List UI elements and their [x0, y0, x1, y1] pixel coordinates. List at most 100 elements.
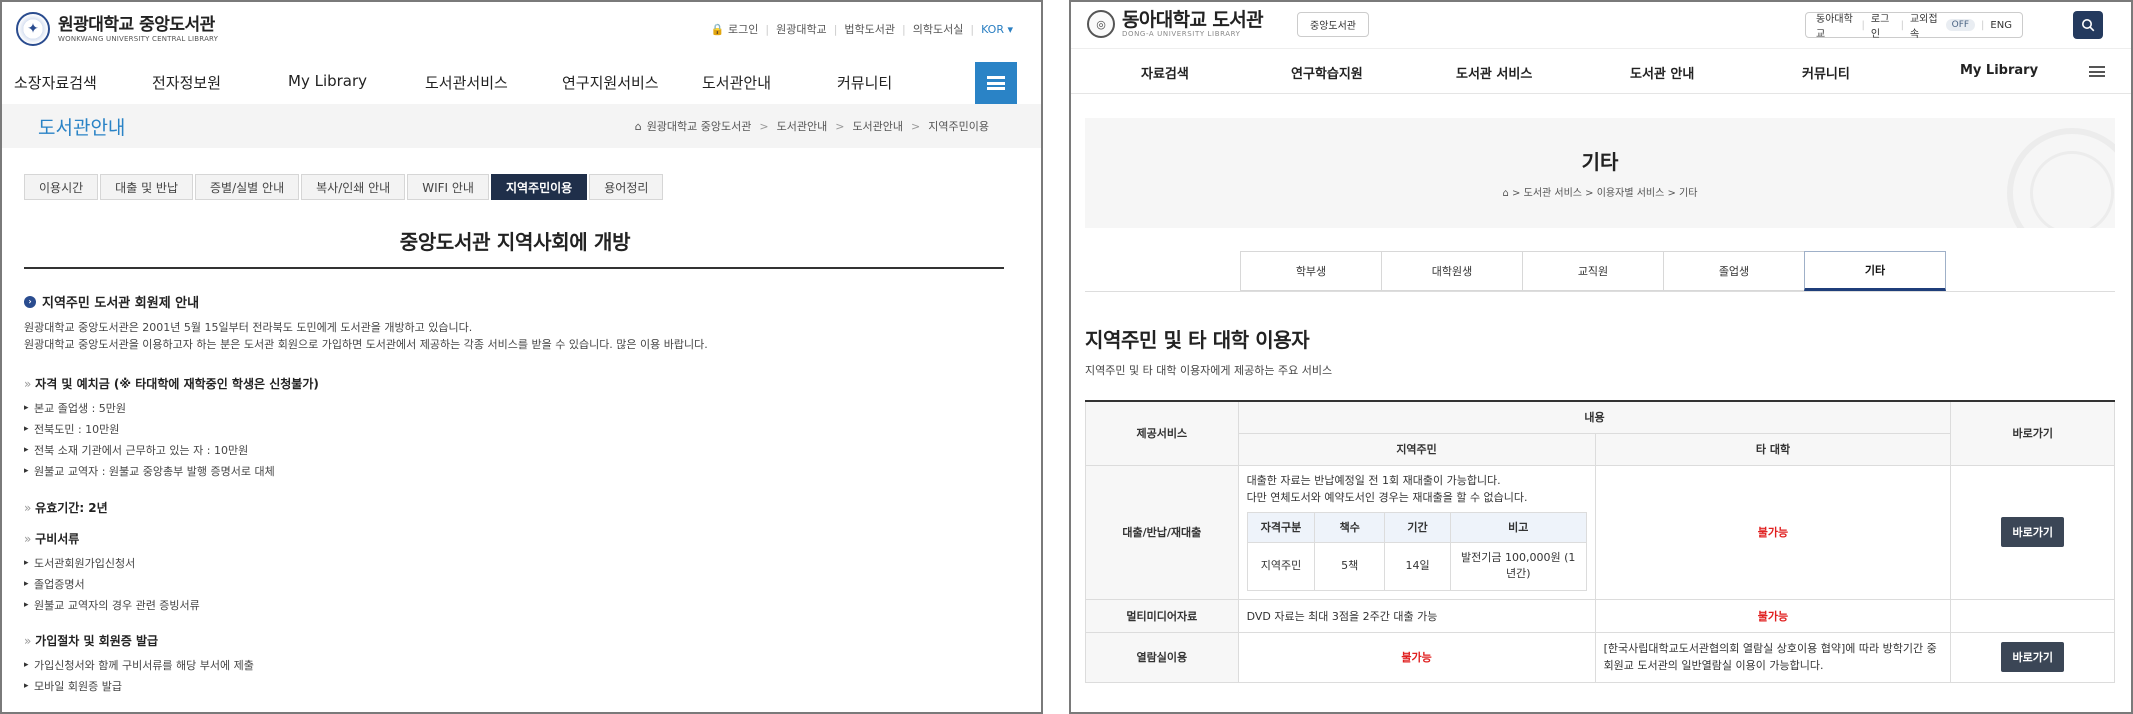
nav-item-research-support[interactable]: 연구학습지원	[1291, 63, 1363, 82]
page-title: 기타	[1581, 150, 1619, 174]
section-heading: 지역주민 및 타 대학 이용자	[1085, 328, 1310, 352]
main-nav: 자료검색 연구학습지원 도서관 서비스 도서관 안내 커뮤니티 My Libra…	[1071, 50, 2131, 94]
list-item: 원불교 교역자 : 원불교 중앙총부 발행 증명서로 대체	[24, 461, 1014, 482]
table-row: 멀티미디어자료 DVD 자료는 최대 3점을 2주간 대출 가능 불가능	[1085, 598, 2115, 633]
list-item: 전북도민 : 10만원	[24, 419, 1014, 440]
nav-item-library-services[interactable]: 도서관서비스	[425, 72, 508, 93]
utility-links: 동아대학교 | 로그인 | 교외접속 OFF | ENG	[1805, 10, 2023, 40]
language-link[interactable]: ENG	[1990, 20, 2012, 31]
procedure-title: 가입절차 및 회원증 발급	[24, 632, 1014, 649]
shortcut-cell: 바로가기	[1950, 464, 2115, 600]
nav-item-community[interactable]: 커뮤니티	[1802, 63, 1850, 82]
breadcrumb-item: 지역주민이용	[928, 120, 989, 133]
hamburger-menu-button[interactable]	[975, 62, 1017, 104]
header-local-residents: 지역주민	[1237, 432, 1596, 466]
wonkwang-logo[interactable]: ✦ 원광대학교 중앙도서관 WONKWANG UNIVERSITY CENTRA…	[16, 12, 218, 46]
nav-item-library-guide[interactable]: 도서관 안내	[1630, 63, 1694, 82]
unavailable-text: 불가능	[1757, 609, 1789, 623]
nav-item-my-library[interactable]: My Library	[288, 72, 367, 90]
hamburger-icon	[987, 76, 1005, 90]
row-label: 열람실이용	[1085, 631, 1239, 683]
logo-title: 동아대학교 도서관	[1122, 9, 1264, 31]
section-title: 도서관안내	[38, 117, 126, 139]
home-icon[interactable]: ⌂	[635, 120, 642, 133]
intro-line: 원광대학교 중앙도서관은 2001년 5월 15일부터 전라북도 도민에게 도서…	[24, 321, 473, 334]
intro-line: 원광대학교 중앙도서관을 이용하고자 하는 분은 도서관 회원으로 가입하면 도…	[24, 338, 708, 351]
inner-cell: 지역주민	[1246, 541, 1316, 591]
offcampus-access-link[interactable]: 교외접속	[1910, 10, 1942, 40]
list-item: 모바일 회원증 발급	[24, 676, 1014, 697]
unavailable-text: 불가능	[1401, 651, 1432, 664]
tab-floor-guide[interactable]: 증별/실별 안내	[195, 174, 300, 200]
tab-faculty[interactable]: 교직원	[1522, 251, 1664, 291]
library-select-button[interactable]: 중앙도서관	[1297, 12, 1369, 37]
login-link[interactable]: 로그인	[1871, 10, 1895, 40]
tab-local-residents[interactable]: 지역주민이용	[490, 174, 588, 200]
law-library-link[interactable]: 법학도서관	[844, 21, 895, 37]
university-link[interactable]: 동아대학교	[1816, 10, 1856, 40]
shortcut-cell: 바로가기	[1950, 631, 2115, 683]
tab-graduate[interactable]: 대학원생	[1381, 251, 1523, 291]
tab-hours[interactable]: 이용시간	[24, 174, 99, 200]
donga-logo[interactable]: ◎ 동아대학교 도서관 DONG-A UNIVERSITY LIBRARY	[1087, 9, 1264, 38]
guide-tabs: 이용시간 대출 및 반납 증별/실별 안내 복사/인쇄 안내 WIFI 안내 지…	[24, 174, 665, 200]
offcampus-toggle[interactable]: OFF	[1945, 19, 1976, 31]
nav-item-library-guide[interactable]: 도서관안내	[702, 72, 771, 93]
tab-alumni[interactable]: 졸업생	[1663, 251, 1805, 291]
list-item: 졸업증명서	[24, 574, 1014, 595]
tab-copy-print[interactable]: 복사/인쇄 안내	[301, 174, 406, 200]
tab-loan-return[interactable]: 대출 및 반납	[100, 174, 194, 200]
hamburger-icon[interactable]	[2089, 66, 2105, 77]
nav-item-my-library[interactable]: My Library	[1960, 63, 2038, 78]
tab-undergraduate[interactable]: 학부생	[1240, 251, 1382, 291]
header-content: 내용	[1237, 400, 1952, 434]
tab-others[interactable]: 기타	[1804, 251, 1946, 291]
logo-subtitle: DONG-A UNIVERSITY LIBRARY	[1122, 30, 1241, 38]
list-item: 전북 소재 기관에서 근무하고 있는 자 : 10만원	[24, 440, 1014, 461]
nav-item-e-resources[interactable]: 전자정보원	[152, 72, 221, 93]
user-type-tabs: 학부생 대학원생 교직원 졸업생 기타	[1240, 251, 1946, 291]
university-emblem-icon: ◎	[1087, 10, 1115, 38]
inner-header: 자격구분	[1246, 511, 1316, 543]
other-university-cell: 불가능	[1594, 464, 1952, 600]
login-link[interactable]: 🔒 로그인	[711, 21, 759, 37]
nav-item-catalog-search[interactable]: 소장자료검색	[14, 72, 97, 93]
university-link[interactable]: 원광대학교	[776, 21, 827, 37]
medical-library-link[interactable]: 의학도서실	[913, 21, 964, 37]
header: ◎ 동아대학교 도서관 DONG-A UNIVERSITY LIBRARY 중앙…	[1071, 2, 2131, 49]
list-item: 원불교 교역자의 경우 관련 증빙서류	[24, 595, 1014, 616]
loan-info-cell: 대출한 자료는 반납예정일 전 1회 재대출이 가능합니다. 다만 연체도서와 …	[1237, 464, 1596, 600]
loan-info-text: 대출한 자료는 반납예정일 전 1회 재대출이 가능합니다.	[1246, 473, 1501, 487]
period-title: 유효기간: 2년	[24, 499, 1014, 516]
tab-wifi[interactable]: WIFI 안내	[407, 174, 489, 200]
row-label: 대출/반납/재대출	[1085, 464, 1239, 600]
sub-header: 도서관안내 ⌂ 원광대학교 중앙도서관 > 도서관안내 > 도서관안내 > 지역주민이…	[2, 104, 1041, 148]
donga-library-page: ◎ 동아대학교 도서관 DONG-A UNIVERSITY LIBRARY 중앙…	[1069, 0, 2133, 714]
table-row: 대출/반납/재대출 대출한 자료는 반납예정일 전 1회 재대출이 가능합니다.…	[1085, 464, 2115, 600]
reading-room-info: [한국사립대학교도서관협의회 열람실 상호이용 협약]에 따라 방학기간 중 회…	[1594, 631, 1952, 683]
documents-title: 구비서류	[24, 530, 1014, 547]
nav-item-library-services[interactable]: 도서관 서비스	[1456, 63, 1532, 82]
nav-item-research-support[interactable]: 연구지원서비스	[562, 72, 659, 93]
nav-item-community[interactable]: 커뮤니티	[837, 72, 892, 93]
inner-header: 기간	[1384, 511, 1451, 543]
breadcrumb-item[interactable]: 도서관안내	[852, 118, 903, 134]
tab-glossary[interactable]: 용어정리	[589, 174, 664, 200]
go-button[interactable]: 바로가기	[2001, 642, 2064, 672]
other-university-cell: 불가능	[1594, 598, 1952, 633]
utility-links: 🔒 로그인 | 원광대학교 | 법학도서관 | 의학도서실 | KOR ▾	[710, 21, 1013, 37]
content-body: › 지역주민 도서관 회원제 안내 원광대학교 중앙도서관은 2001년 5월 …	[24, 292, 1014, 697]
nav-item-search[interactable]: 자료검색	[1141, 63, 1189, 82]
qualification-title: 자격 및 예치금 (※ 타대학에 재학중인 학생은 신청불가)	[24, 375, 1014, 392]
inner-cell: 발전기금 100,000원 (1년간)	[1449, 541, 1587, 591]
language-select[interactable]: KOR ▾	[981, 23, 1013, 36]
go-button[interactable]: 바로가기	[2001, 517, 2064, 547]
services-table: 제공서비스 내용 바로가기 지역주민 타 대학 대출/반납/재대출 대출한 자료…	[1085, 400, 2115, 683]
breadcrumb-item[interactable]: 도서관안내	[777, 118, 828, 134]
list-item: 가입신청서와 함께 구비서류를 해당 부서에 제출	[24, 655, 1014, 676]
breadcrumb-item[interactable]: 원광대학교 중앙도서관	[647, 118, 752, 134]
search-button[interactable]	[2073, 11, 2103, 39]
search-icon	[2082, 19, 2095, 32]
table-row: 열람실이용 불가능 [한국사립대학교도서관협의회 열람실 상호이용 협약]에 따…	[1085, 631, 2115, 683]
divider	[1085, 291, 2115, 292]
